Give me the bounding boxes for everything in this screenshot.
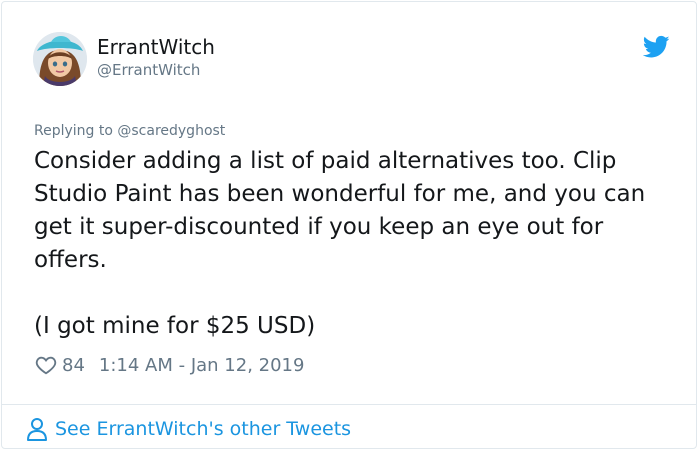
user-handle[interactable]: @ErrantWitch	[97, 60, 200, 80]
heart-icon[interactable]	[35, 354, 57, 376]
other-tweets-label[interactable]: See ErrantWitch's other Tweets	[55, 418, 351, 440]
tweet-timestamp[interactable]: 1:14 AM - Jan 12, 2019	[99, 355, 305, 376]
tweet-card: ErrantWitch @ErrantWitch Replying to @sc…	[1, 1, 697, 449]
person-icon	[27, 418, 47, 441]
display-name[interactable]: ErrantWitch	[97, 35, 215, 59]
tweet-text: Consider adding a list of paid alternati…	[34, 145, 674, 343]
tweet-paragraph: (I got mine for $25 USD)	[34, 313, 316, 339]
tweet-meta: 84 1:14 AM - Jan 12, 2019	[35, 352, 304, 378]
like-count[interactable]: 84	[62, 355, 85, 376]
other-tweets-link[interactable]: See ErrantWitch's other Tweets	[26, 415, 351, 443]
tweet-paragraph: Consider adding a list of paid alternati…	[34, 148, 646, 273]
avatar[interactable]	[33, 32, 87, 86]
divider	[2, 404, 696, 405]
avatar-image	[33, 32, 87, 86]
reply-context[interactable]: Replying to @scaredyghost	[34, 121, 225, 141]
twitter-bird-icon[interactable]	[643, 35, 670, 59]
